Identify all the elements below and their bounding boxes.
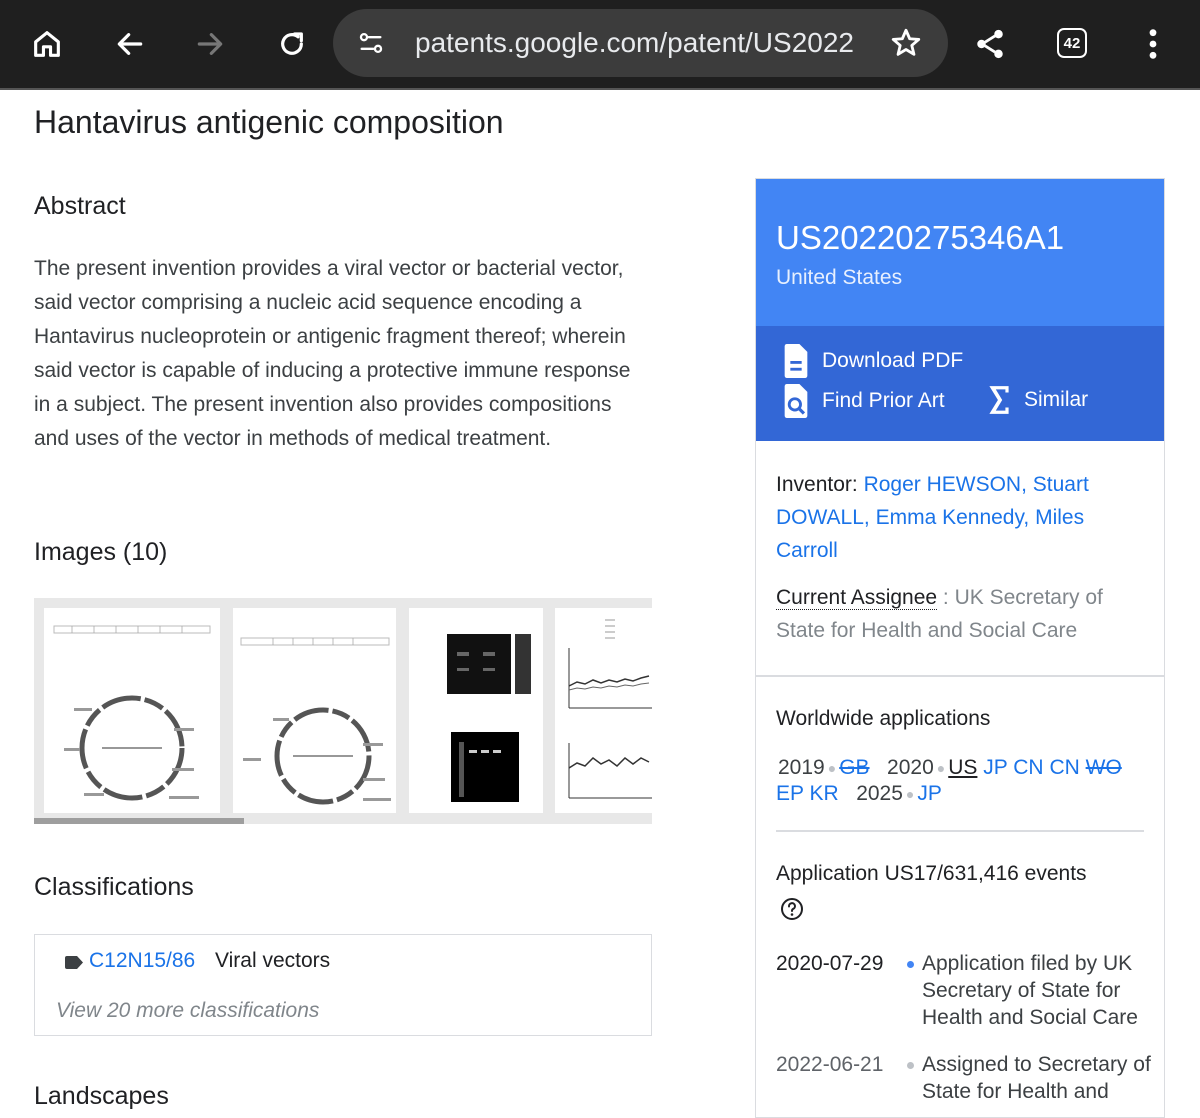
download-pdf-label: Download PDF [822,349,964,372]
country-gb-link[interactable]: GB [839,756,869,779]
similar-label: Similar [1024,388,1089,411]
page-title: Hantavirus antigenic composition [34,104,504,140]
assignee-separator: : [937,586,955,609]
publication-country: United States [776,266,903,289]
panel-divider [776,830,1144,832]
download-pdf-button[interactable]: Download PDF [782,344,963,378]
year-2020: 2020 [887,756,934,779]
image-gallery[interactable] [34,598,652,824]
url-text[interactable]: patents.google.com/patent/US2022 [415,9,865,77]
classification-code-link[interactable]: C12N15/86 [89,949,195,973]
patent-summary-panel: US20220275346A1 United States Download P… [755,178,1165,1118]
inventor-label: Inventor: [776,473,858,496]
publication-number: US20220275346A1 [776,219,1065,256]
back-icon[interactable] [106,20,154,68]
country-kr-link[interactable]: KR [809,782,838,805]
country-ep-link[interactable]: EP [776,782,804,805]
year-2025: 2025 [856,782,903,805]
event-date: 2022-06-21 [776,1053,884,1076]
tab-count: 42 [1063,34,1081,52]
country-us-current[interactable]: US [948,756,977,779]
find-prior-art-button[interactable]: Find Prior Art [782,384,945,418]
sigma-icon [989,386,1009,414]
home-icon[interactable] [23,20,71,68]
worldwide-applications-heading: Worldwide applications [776,707,991,730]
inventor-line: Inventor: Roger HEWSON, Stuart DOWALL, E… [776,468,1146,567]
abstract-text: The present invention provides a viral v… [34,257,631,450]
year-2019: 2019 [778,756,825,779]
gallery-scrollbar[interactable] [34,818,244,824]
event-marker [907,1062,914,1069]
bookmark-star-icon[interactable] [889,26,923,65]
patent-figure-thumbnail[interactable] [44,608,220,813]
find-prior-art-label: Find Prior Art [822,389,945,412]
site-settings-icon[interactable] [357,29,385,62]
worldwide-row-1: 2019 ● GB 2020 ● US JP CN CN WO [778,756,1122,779]
patent-figure-thumbnail[interactable] [409,608,543,813]
event-text: Assigned to Secretary of State for Healt… [922,1053,1151,1103]
similar-button[interactable]: Similar [986,384,1088,416]
panel-divider [756,675,1164,677]
images-heading: Images (10) [34,538,168,566]
view-more-classifications-link[interactable]: View 20 more classifications [56,999,319,1023]
event-marker [907,961,914,968]
classifications-box: C12N15/86 Viral vectors View 20 more cla… [34,934,652,1036]
more-menu-icon[interactable] [1129,20,1177,68]
help-circle-icon[interactable] [780,897,804,926]
country-cn-link[interactable]: CN [1049,756,1079,779]
panel-header: US20220275346A1 United States [756,179,1164,326]
share-icon[interactable] [966,20,1014,68]
country-jp-link[interactable]: JP [983,756,1007,779]
classification-description: Viral vectors [215,949,331,972]
panel-actions: Download PDF Find Prior Art Similar [756,326,1164,441]
forward-icon[interactable] [186,20,234,68]
label-tag-icon [65,956,83,974]
classifications-heading: Classifications [34,873,194,901]
assignee-line: Current Assignee : UK Secretary of State… [776,581,1146,647]
assignee-label[interactable]: Current Assignee [776,586,938,610]
country-jp-link[interactable]: JP [917,782,942,805]
address-bar[interactable]: patents.google.com/patent/US2022 [333,9,948,77]
worldwide-row-2: EP KR 2025 ● JP [776,782,942,805]
country-cn-link[interactable]: CN [1013,756,1043,779]
landscapes-heading: Landscapes [34,1082,169,1110]
document-search-icon [784,384,808,418]
reload-icon[interactable] [268,20,316,68]
tab-switcher-icon[interactable]: 42 [1057,28,1087,58]
event-text: Application filed by UK Secretary of Sta… [922,952,1138,1029]
country-wo-link[interactable]: WO [1086,756,1122,779]
abstract-heading: Abstract [34,192,126,220]
browser-toolbar: patents.google.com/patent/US2022 42 [0,0,1200,90]
file-document-icon [784,344,808,378]
events-heading: Application US17/631,416 events [776,862,1087,885]
patent-figure-thumbnail[interactable] [233,608,396,813]
patent-figure-thumbnail[interactable] [555,608,652,813]
event-date: 2020-07-29 [776,952,884,975]
